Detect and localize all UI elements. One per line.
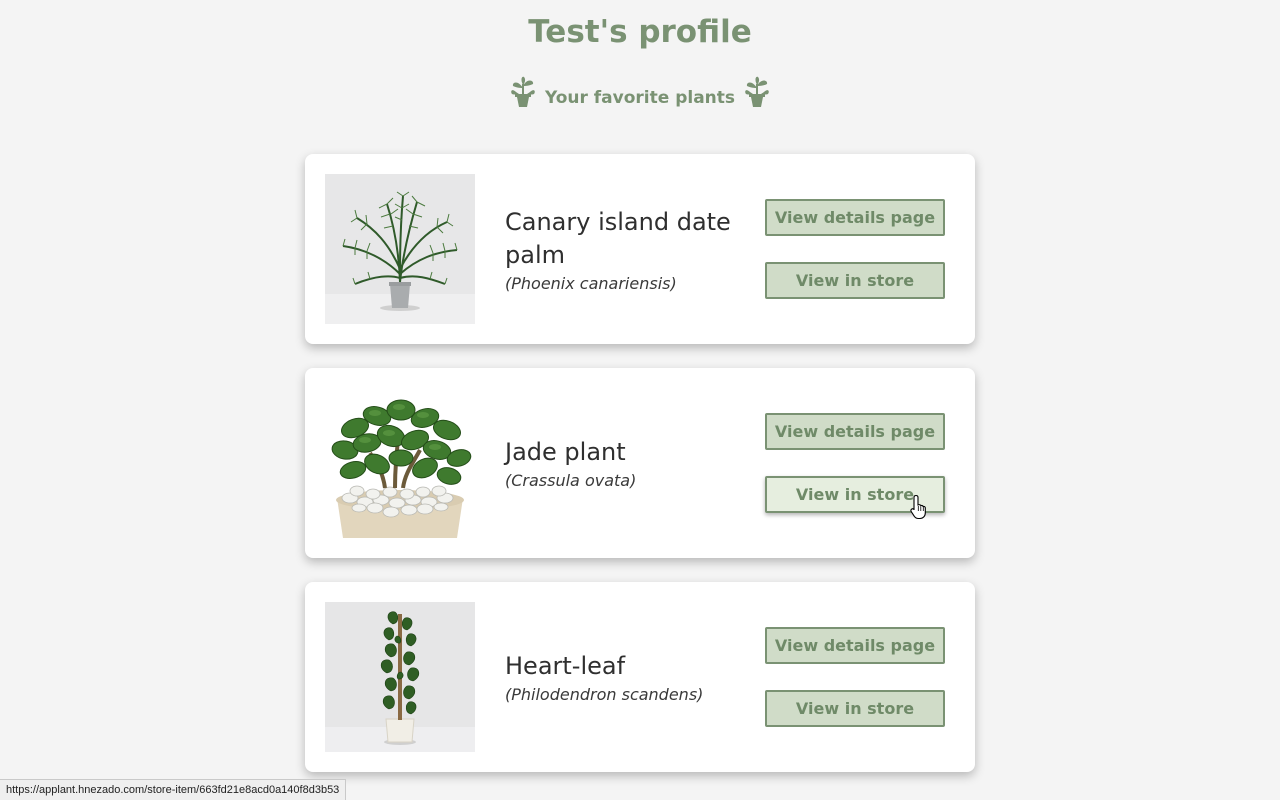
plant-card: Jade plant (Crassula ovata) View details… bbox=[305, 368, 975, 558]
view-details-button[interactable]: View details page bbox=[765, 413, 945, 450]
plant-common-name: Jade plant bbox=[505, 438, 626, 466]
plant-common-name: Heart-leaf bbox=[505, 652, 626, 680]
page-title: Test's profile bbox=[528, 14, 752, 50]
potted-plant-icon bbox=[509, 76, 537, 108]
favorites-subtitle: Your favorite plants bbox=[0, 74, 1280, 110]
view-in-store-button[interactable]: View in store bbox=[765, 690, 945, 727]
plant-scientific-name: (Crassula ovata) bbox=[505, 471, 637, 490]
plant-names: Jade plant (Crassula ovata) bbox=[505, 368, 745, 558]
plant-scientific-name: (Philodendron scandens) bbox=[505, 685, 704, 704]
palm-plant-photo bbox=[325, 174, 475, 324]
status-bar-url: https://applant.hnezado.com/store-item/6… bbox=[0, 779, 347, 800]
plant-card: Heart-leaf (Philodendron scandens) View … bbox=[305, 582, 975, 772]
view-details-button[interactable]: View details page bbox=[765, 627, 945, 664]
plant-names: Canary island date palm (Phoenix canarie… bbox=[505, 154, 745, 344]
view-in-store-button[interactable]: View in store bbox=[765, 262, 945, 299]
plant-scientific-name: (Phoenix canariensis) bbox=[505, 273, 677, 293]
plant-names: Heart-leaf (Philodendron scandens) bbox=[505, 582, 745, 772]
jade-plant-photo bbox=[325, 388, 475, 538]
plant-card: Canary island date palm (Phoenix canarie… bbox=[305, 154, 975, 344]
potted-plant-icon bbox=[743, 76, 771, 108]
view-details-button[interactable]: View details page bbox=[765, 199, 945, 236]
heartleaf-plant-photo bbox=[325, 602, 475, 752]
plant-common-name: Canary island date palm bbox=[505, 207, 731, 269]
hand-pointer-cursor-icon bbox=[910, 494, 930, 524]
